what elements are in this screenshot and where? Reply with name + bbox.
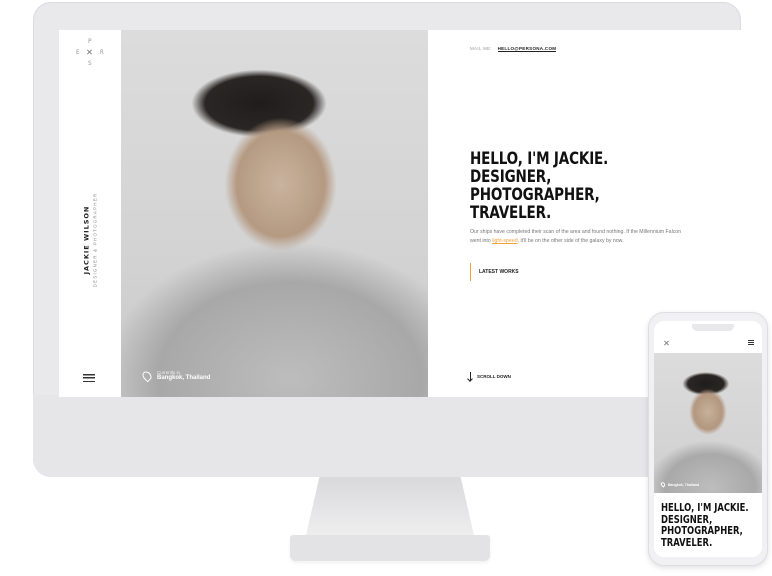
- phone-notch: [692, 324, 734, 331]
- latest-works-label: LATEST WORKS: [479, 269, 519, 275]
- logo-letter: E: [76, 49, 80, 56]
- phone-headline-line: HELLO, I'M JACKIE.: [661, 502, 749, 514]
- location-info: Currently in Bangkok, Thailand: [140, 369, 211, 382]
- hero-portrait-photo: Currently in Bangkok, Thailand: [121, 30, 428, 397]
- mail-label: MAIL ME:: [470, 46, 492, 51]
- phone-logo-icon[interactable]: [661, 337, 673, 349]
- headline-line: TRAVELER.: [470, 203, 552, 222]
- email-link[interactable]: HELLO@PERSONA.COM: [497, 46, 557, 52]
- location-pin-icon: [140, 369, 154, 382]
- location-value: Bangkok, Thailand: [157, 375, 211, 381]
- brand-vertical-text: JACKIE WILSON DESIGNER & PHOTOGRAPHER: [83, 193, 98, 288]
- light-speed-link[interactable]: light-speed: [492, 238, 517, 244]
- phone-location-info: Bangkok, Thailand: [659, 481, 700, 488]
- phone-mockup: Bangkok, Thailand HELLO, I'M JACKIE. DES…: [648, 312, 768, 566]
- phone-screen: Bangkok, Thailand HELLO, I'M JACKIE. DES…: [654, 321, 762, 557]
- monitor-chin: [33, 395, 741, 477]
- desktop-monitor: P E R S JACKIE WILSON DESIGNER & PHOTOGR…: [33, 2, 742, 477]
- scroll-down-label: SCROLL DOWN: [477, 374, 511, 379]
- logo-letter: S: [88, 60, 92, 67]
- intro-text: , it'll be on the other side of the gala…: [517, 238, 624, 245]
- mail-row: MAIL ME: HELLO@PERSONA.COM: [470, 46, 557, 52]
- logo[interactable]: P E R S: [76, 38, 104, 67]
- logo-letter: P: [88, 38, 92, 45]
- monitor-stand-base: [290, 535, 490, 561]
- headline-line: DESIGNER, PHOTOGRAPHER,: [470, 167, 600, 204]
- intro-paragraph: Our ships have completed their scan of t…: [470, 228, 690, 246]
- logo-letter: R: [100, 49, 104, 56]
- phone-location-pin-icon: [659, 481, 667, 488]
- phone-hero-headline: HELLO, I'M JACKIE. DESIGNER, PHOTOGRAPHE…: [661, 502, 749, 549]
- phone-menu-icon[interactable]: [748, 340, 754, 345]
- phone-header: [654, 331, 762, 353]
- scroll-down-button[interactable]: SCROLL DOWN: [470, 372, 511, 381]
- brand-role: DESIGNER & PHOTOGRAPHER: [92, 192, 98, 288]
- logo-cross-icon: [87, 49, 93, 55]
- phone-portrait-photo: Bangkok, Thailand: [654, 353, 762, 493]
- phone-headline-line: PHOTOGRAPHER,: [661, 525, 743, 537]
- monitor-stand-neck: [306, 477, 474, 535]
- arrow-down-icon: [470, 372, 471, 381]
- latest-works-button[interactable]: LATEST WORKS: [470, 263, 519, 281]
- brand-name: JACKIE WILSON: [82, 205, 91, 275]
- phone-headline-line: TRAVELER.: [661, 536, 713, 549]
- desktop-screen: P E R S JACKIE WILSON DESIGNER & PHOTOGR…: [59, 30, 742, 397]
- phone-location-value: Bangkok, Thailand: [668, 482, 700, 487]
- headline-line: HELLO, I'M JACKIE.: [470, 149, 609, 168]
- menu-icon[interactable]: [83, 374, 95, 382]
- hero-headline: HELLO, I'M JACKIE. DESIGNER, PHOTOGRAPHE…: [470, 150, 659, 222]
- side-rail: P E R S JACKIE WILSON DESIGNER & PHOTOGR…: [59, 30, 122, 397]
